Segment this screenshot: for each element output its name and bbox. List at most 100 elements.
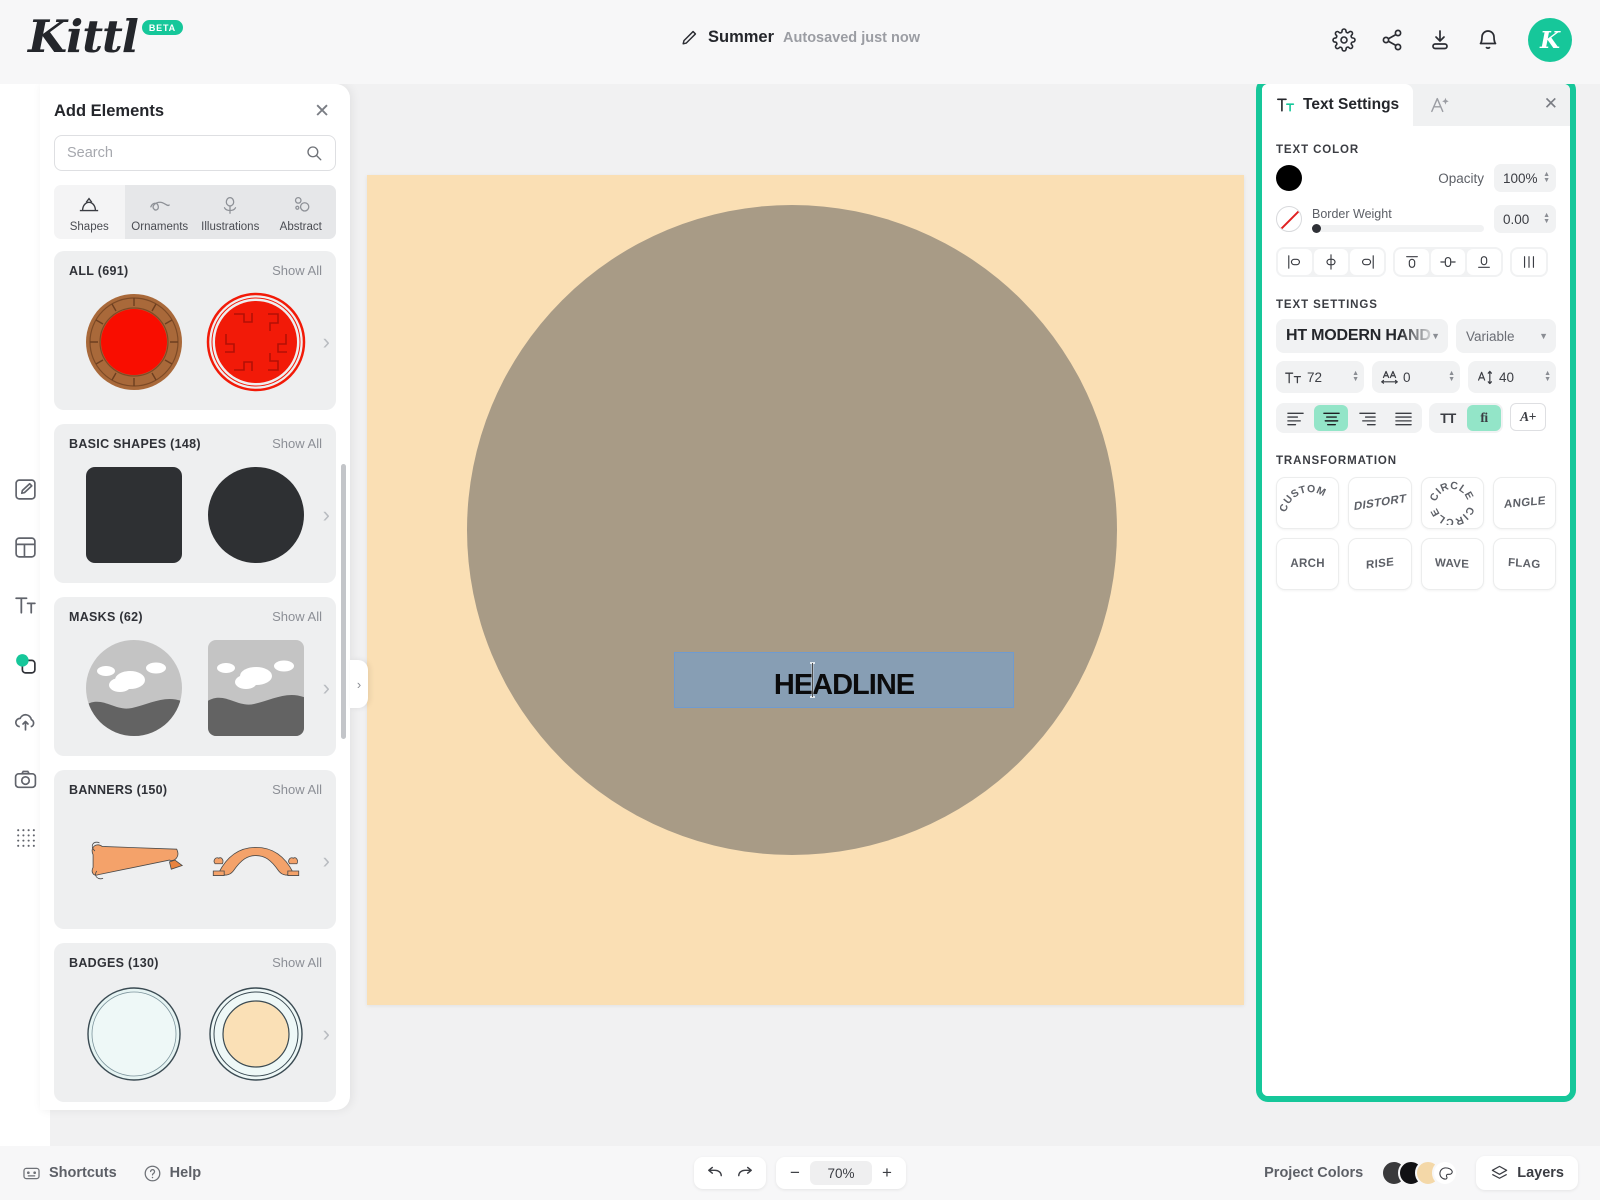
transform-circle-button[interactable]: CIRCLE CIRCLE [1420,477,1484,529]
category-tab-shapes[interactable]: Shapes [54,185,125,239]
element-thumb-badge-double[interactable] [206,984,306,1084]
settings-icon[interactable] [1332,28,1356,52]
share-icon[interactable] [1380,28,1404,52]
element-thumb-rounded-square[interactable] [84,465,184,565]
zoom-out-button[interactable]: − [782,1160,808,1186]
document-title-group[interactable]: Summer Autosaved just now [680,28,920,47]
shapes-icon [80,197,99,212]
align-bottom-icon[interactable] [1467,249,1501,275]
show-all-link[interactable]: Show All [272,609,322,624]
align-middle-vertical-icon[interactable] [1431,249,1465,275]
ligature-icon[interactable]: fi [1467,405,1501,431]
opacity-stepper[interactable]: ▲ ▼ [1543,171,1550,184]
element-thumb-mask-square[interactable] [206,638,306,738]
text-align-left-icon[interactable] [1278,405,1312,431]
transform-wave-button[interactable]: WAVE [1420,538,1484,590]
uppercase-icon[interactable]: TT [1431,405,1465,431]
artboard[interactable]: Headline [367,175,1244,1005]
panel-scrollbar[interactable] [341,464,346,739]
zoom-value[interactable]: 70% [810,1161,872,1185]
line-height-field[interactable]: 40 ▲ ▼ [1468,361,1556,393]
carousel-next-icon[interactable]: › [323,676,330,699]
shortcuts-button[interactable]: Shortcuts [22,1164,117,1183]
show-all-link[interactable]: Show All [272,955,322,970]
opacity-field[interactable]: 100% ▲ ▼ [1494,164,1556,192]
text-color-swatch[interactable] [1276,165,1302,191]
line-height-stepper[interactable]: ▲ ▼ [1544,370,1551,383]
collapse-panel-handle[interactable]: › [350,660,368,708]
element-thumb-mask-circle[interactable] [84,638,184,738]
element-thumb-banner-arch[interactable] [206,811,306,911]
transform-angle-button[interactable]: ANGLE [1492,477,1556,529]
avatar[interactable]: K [1528,18,1572,62]
show-all-link[interactable]: Show All [272,263,322,278]
download-icon[interactable] [1428,28,1452,52]
search-box[interactable] [54,135,336,171]
carousel-next-icon[interactable]: › [323,503,330,526]
text-align-right-icon[interactable] [1350,405,1384,431]
search-input[interactable] [67,145,305,161]
font-size-stepper[interactable]: ▲ ▼ [1352,370,1359,383]
align-center-horizontal-icon[interactable] [1314,249,1348,275]
show-all-link[interactable]: Show All [272,782,322,797]
carousel-next-icon[interactable]: › [323,849,330,872]
transform-custom-button[interactable]: CUSTOM [1276,477,1340,529]
tab-magic-text[interactable] [1413,84,1468,126]
photos-icon[interactable] [5,759,45,799]
tab-text-settings[interactable]: Text Settings [1262,84,1414,126]
close-icon[interactable]: ✕ [1544,95,1558,112]
design-icon[interactable] [5,469,45,509]
distribute-icon[interactable] [1512,249,1546,275]
app-logo[interactable]: Kittl BETA [28,14,183,59]
layers-button[interactable]: Layers [1476,1156,1578,1190]
align-left-icon[interactable] [1278,249,1312,275]
transform-flag-button[interactable]: FLAG [1492,538,1556,590]
letter-spacing-stepper[interactable]: ▲ ▼ [1448,370,1455,383]
templates-icon[interactable] [5,527,45,567]
close-icon[interactable]: ✕ [314,102,330,121]
zoom-in-button[interactable]: + [874,1160,900,1186]
letter-spacing-field[interactable]: 0 ▲ ▼ [1372,361,1460,393]
elements-icon[interactable] [5,643,45,683]
element-thumb-circle[interactable] [206,465,306,565]
slider-knob[interactable] [1312,223,1321,233]
text-align-center-icon[interactable] [1314,405,1348,431]
carousel-next-icon[interactable]: › [323,1022,330,1045]
element-thumb-badge-plain[interactable] [84,984,184,1084]
help-button[interactable]: Help [143,1164,201,1183]
text-align-justify-icon[interactable] [1386,405,1420,431]
selected-text-element[interactable]: Headline [674,652,1014,708]
upload-icon[interactable] [5,701,45,741]
canvas-circle-shape[interactable] [467,205,1117,855]
border-color-swatch[interactable] [1276,206,1302,232]
panel-scroll-area[interactable]: ALL (691) Show All › BASIC SHAPES (148) … [40,239,350,1110]
border-weight-slider[interactable] [1312,223,1484,233]
border-weight-stepper[interactable]: ▲ ▼ [1543,212,1550,225]
align-top-icon[interactable] [1395,249,1429,275]
element-thumb-geometric-circle[interactable] [206,292,306,392]
undo-icon[interactable] [702,1160,728,1186]
text-case-group: TT fi [1429,403,1503,433]
border-weight-field[interactable]: 0.00 ▲ ▼ [1494,205,1556,233]
notifications-icon[interactable] [1476,28,1500,52]
element-thumb-ornate-circle[interactable] [84,292,184,392]
text-icon[interactable] [5,585,45,625]
add-text-effect-icon[interactable]: A+ [1510,403,1546,431]
section-title: BASIC SHAPES (148) [69,437,201,451]
element-thumb-banner-ribbon[interactable] [84,811,184,911]
carousel-next-icon[interactable]: › [323,330,330,353]
align-right-icon[interactable] [1350,249,1384,275]
redo-icon[interactable] [732,1160,758,1186]
font-variant-select[interactable]: Variable ▼ [1456,319,1556,353]
category-tab-ornaments[interactable]: Ornaments [124,185,195,239]
transform-arch-button[interactable]: ARCH [1276,538,1340,590]
show-all-link[interactable]: Show All [272,436,322,451]
category-tab-abstract[interactable]: Abstract [265,185,336,239]
font-family-select[interactable]: HT MODERN HAND ▼ [1276,319,1448,353]
color-picker-icon[interactable] [1432,1160,1459,1186]
category-tab-illustrations[interactable]: Illustrations [195,185,266,239]
transform-rise-button[interactable]: RISE [1348,538,1412,590]
grid-icon[interactable] [5,817,45,857]
font-size-field[interactable]: 72 ▲ ▼ [1276,361,1364,393]
transform-distort-button[interactable]: DISTORT [1348,477,1412,529]
